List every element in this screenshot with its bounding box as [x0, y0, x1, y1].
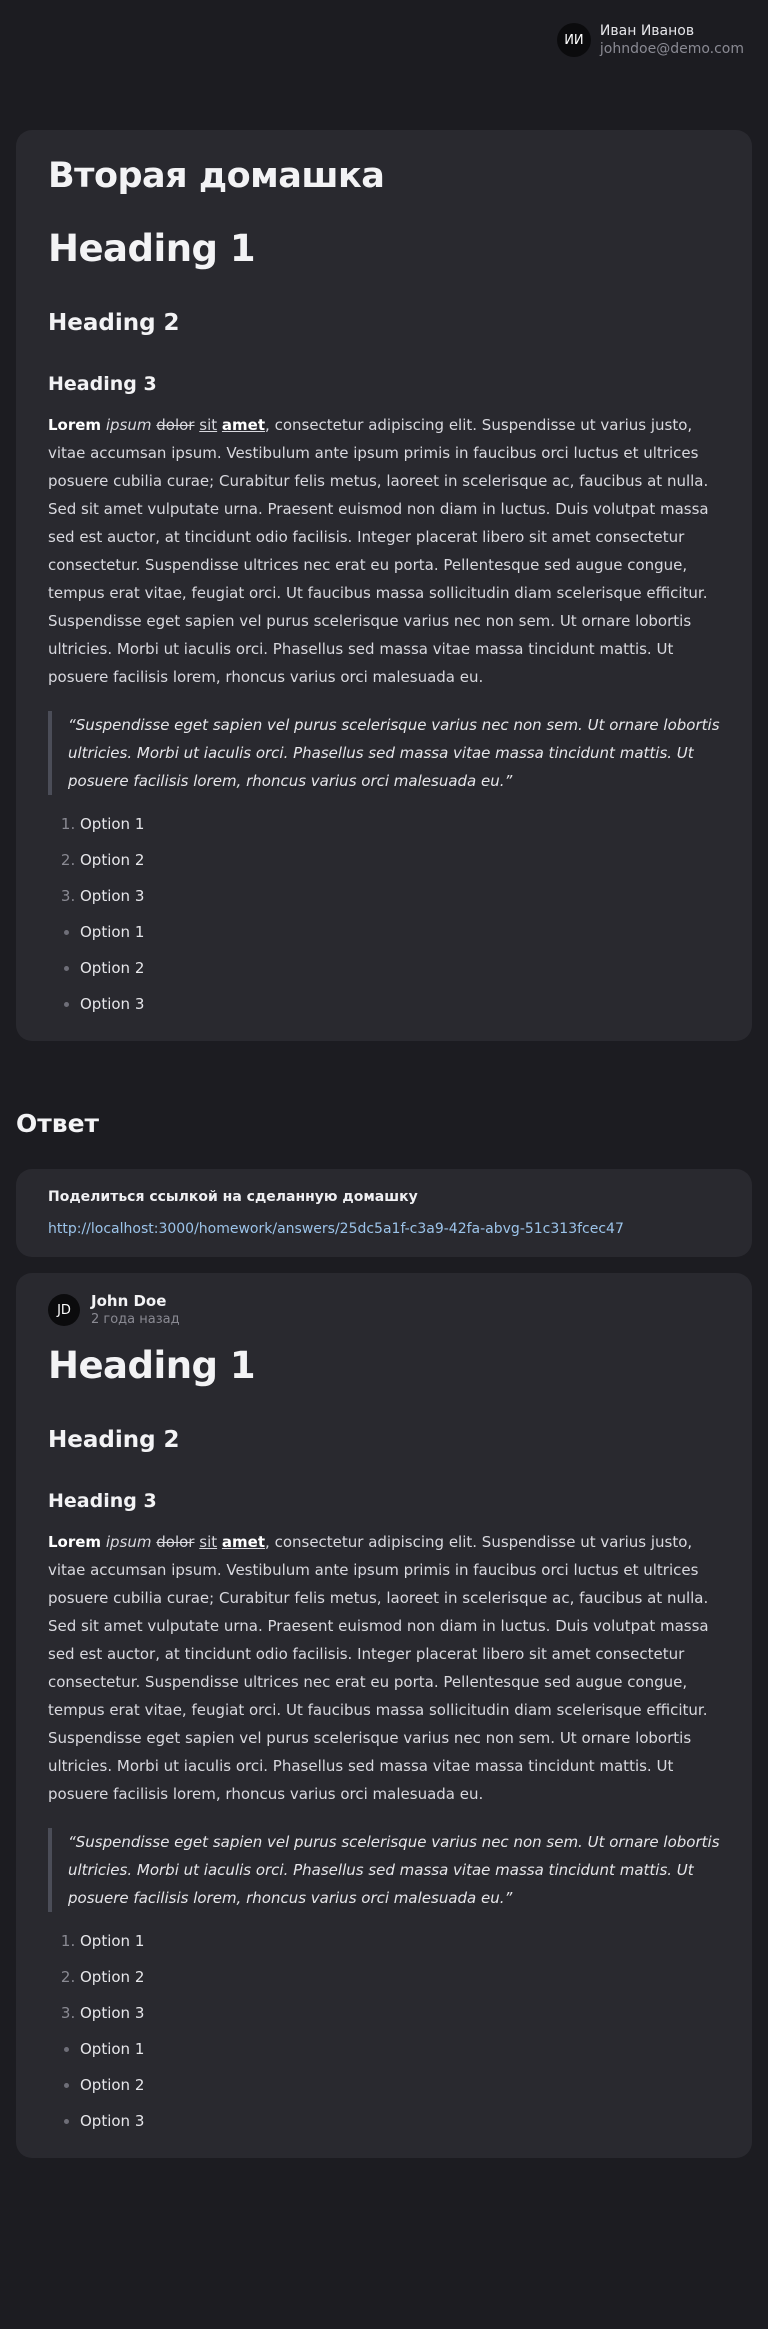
heading-2: Heading 2 [48, 1427, 180, 1453]
paragraph: Lorem ipsum dolor sit amet, consectetur … [48, 411, 720, 691]
user-name: Иван Иванов [599, 23, 695, 39]
top-bar: ИИ Иван Иванов johndoe@demo.com [0, 0, 768, 85]
homework-card: Вторая домашка Heading 1 Heading 2 Headi… [16, 130, 752, 1041]
author-avatar: JD [48, 1294, 80, 1326]
heading-2: Heading 2 [48, 310, 180, 336]
bullet-list: Option 1 Option 2 Option 3 [48, 921, 720, 1015]
italic-text: ipsum [105, 1533, 152, 1551]
ordered-list-item: Option 3 [80, 885, 720, 907]
share-card: Поделиться ссылкой на сделанную домашку … [16, 1169, 752, 1257]
answer-card: JD John Doe 2 года назад Heading 1 Headi… [16, 1273, 752, 2158]
answer-author: JD John Doe 2 года назад [48, 1291, 720, 1329]
paragraph-body: , consectetur adipiscing elit. Suspendis… [48, 1533, 709, 1803]
homework-title: Вторая домашка [48, 156, 385, 196]
bullet-list-item: Option 3 [80, 2110, 720, 2132]
author-info: John Doe 2 года назад [91, 1291, 180, 1329]
ordered-list: Option 1 Option 2 Option 3 [48, 1930, 720, 2024]
ordered-list-item: Option 2 [80, 1966, 720, 1988]
share-title: Поделиться ссылкой на сделанную домашку [48, 1189, 418, 1205]
blockquote: “Suspendisse eget sapien vel purus scele… [48, 1828, 720, 1912]
answer-section-title: Ответ [16, 1109, 100, 1138]
strike-text: dolor [156, 1533, 195, 1551]
paragraph: Lorem ipsum dolor sit amet, consectetur … [48, 1528, 720, 1808]
bullet-list-item: Option 1 [80, 921, 720, 943]
bullet-list-item: Option 2 [80, 957, 720, 979]
underline-text: sit [199, 1533, 218, 1551]
bullet-list-item: Option 3 [80, 993, 720, 1015]
blockquote: “Suspendisse eget sapien vel purus scele… [48, 711, 720, 795]
bold-text: Lorem [48, 416, 102, 434]
heading-1: Heading 1 [48, 1344, 256, 1387]
heading-1: Heading 1 [48, 227, 256, 270]
underline-text: sit [199, 416, 218, 434]
bullet-list-item: Option 2 [80, 2074, 720, 2096]
heading-3: Heading 3 [48, 1490, 157, 1512]
user-email: johndoe@demo.com [599, 41, 744, 57]
author-name: John Doe [91, 1292, 167, 1310]
italic-text: ipsum [105, 416, 152, 434]
ordered-list-item: Option 2 [80, 849, 720, 871]
ordered-list: Option 1 Option 2 Option 3 [48, 813, 720, 907]
paragraph-body: , consectetur adipiscing elit. Suspendis… [48, 416, 709, 686]
ordered-list-item: Option 3 [80, 2002, 720, 2024]
bold-underline-text: amet [221, 416, 266, 434]
ordered-list-item: Option 1 [80, 813, 720, 835]
bold-text: Lorem [48, 1533, 102, 1551]
bullet-list: Option 1 Option 2 Option 3 [48, 2038, 720, 2132]
user-avatar[interactable]: ИИ [556, 23, 591, 57]
bold-underline-text: amet [221, 1533, 266, 1551]
bullet-list-item: Option 1 [80, 2038, 720, 2060]
strike-text: dolor [156, 416, 195, 434]
heading-3: Heading 3 [48, 373, 157, 395]
answer-time: 2 года назад [91, 1312, 180, 1327]
user-info: Иван Иванов johndoe@demo.com [600, 22, 744, 58]
ordered-list-item: Option 1 [80, 1930, 720, 1952]
share-link[interactable]: http://localhost:3000/homework/answers/2… [48, 1219, 720, 1239]
user-menu[interactable]: ИИ Иван Иванов johndoe@demo.com [556, 22, 744, 58]
